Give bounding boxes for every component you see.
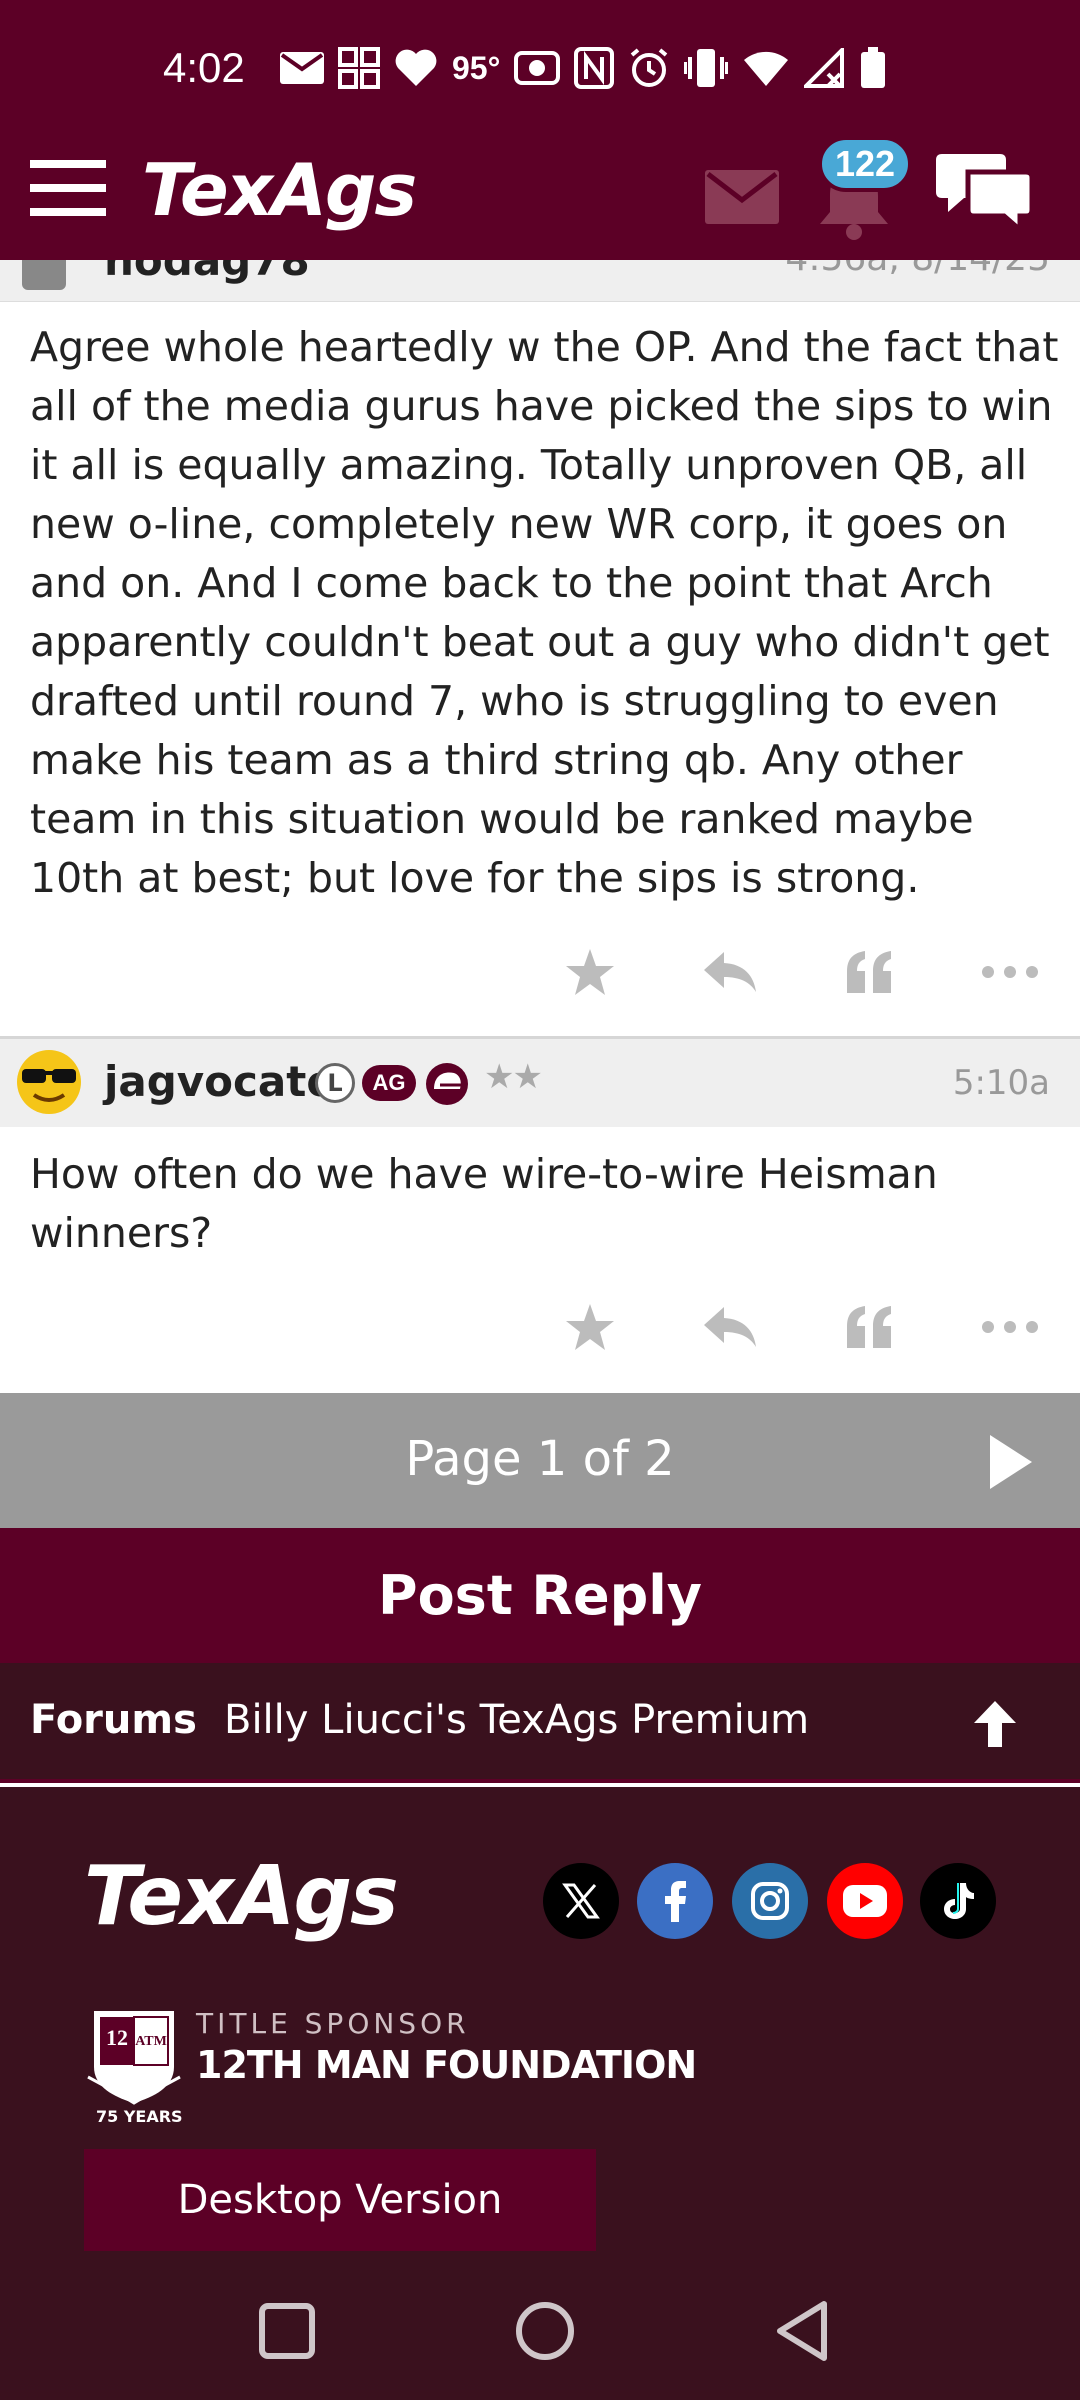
home-icon[interactable]: [512, 2298, 578, 2364]
post-actions: [520, 1287, 1080, 1367]
tiktok-icon[interactable]: [920, 1863, 996, 1939]
more-options-icon[interactable]: [960, 1292, 1060, 1362]
sponsor-name: 12TH MAN FOUNDATION: [196, 2043, 697, 2087]
favorite-star-icon[interactable]: [540, 937, 640, 1007]
vibrate-icon: [684, 46, 729, 90]
wifi-icon: [742, 46, 790, 90]
board-link[interactable]: Billy Liucci's TexAgs Premium: [224, 1697, 809, 1743]
svg-text:ATM: ATM: [135, 2034, 167, 2049]
temperature: 95°: [452, 49, 501, 86]
footer: TexAgs 12 ATM TITLE SPONSOR 12TH MAN FOUN…: [0, 1787, 1080, 2262]
svg-text:12: 12: [106, 2025, 128, 2050]
facebook-icon[interactable]: [637, 1863, 713, 1939]
system-nav-bar: [0, 2262, 1080, 2400]
post-header: hodag78 4:56a, 8/14/25: [0, 260, 1080, 302]
signal-icon: [804, 46, 846, 90]
scroll-to-top-icon[interactable]: [972, 1699, 1018, 1749]
camera-icon: [514, 46, 561, 90]
notification-count-badge[interactable]: 122: [818, 136, 912, 192]
12th-man-foundation-seal-icon: 12 ATM: [84, 2007, 184, 2115]
menu-icon[interactable]: [30, 160, 106, 220]
avatar[interactable]: [22, 260, 66, 290]
youtube-icon[interactable]: [827, 1863, 903, 1939]
forums-link[interactable]: Forums: [30, 1697, 197, 1743]
post-header: jagvocate L AG ★★ 5:10a: [0, 1039, 1080, 1127]
post-timestamp: 4:56a, 8/14/25: [785, 260, 1050, 279]
chat-icon[interactable]: [934, 148, 1035, 240]
alarm-icon: [628, 46, 670, 90]
grid-icon: [338, 46, 380, 90]
status-time: 4:02: [163, 44, 245, 91]
next-page-icon[interactable]: [986, 1433, 1036, 1491]
post-username[interactable]: hodag78: [104, 260, 310, 285]
post-username[interactable]: jagvocate: [104, 1057, 335, 1106]
avatar[interactable]: [16, 1049, 82, 1115]
forum-breadcrumb: Forums Billy Liucci's TexAgs Premium: [0, 1663, 1080, 1783]
post-body: Agree whole heartedly w the OP. And the …: [30, 323, 1059, 902]
badge-l: L: [315, 1063, 355, 1103]
back-icon[interactable]: [772, 2298, 838, 2364]
battery-icon: [860, 46, 886, 90]
app-header: TexAgs 122: [0, 136, 1080, 260]
recent-apps-icon[interactable]: [254, 2298, 320, 2364]
reply-icon[interactable]: [680, 937, 780, 1007]
post-body: How often do we have wire-to-wire Heisma…: [30, 1150, 938, 1257]
messages-icon[interactable]: [705, 170, 779, 228]
mail-icon: [280, 46, 324, 90]
favorite-star-icon[interactable]: [540, 1292, 640, 1362]
pagination-bar: Page 1 of 2: [0, 1393, 1080, 1528]
member-stars: ★★: [484, 1057, 543, 1097]
sponsor-years: 75 YEARS: [96, 2107, 183, 2126]
post-actions: [520, 932, 1080, 1012]
footer-logo[interactable]: TexAgs: [84, 1849, 399, 1944]
heart-icon: [394, 46, 438, 90]
quote-icon[interactable]: [820, 1292, 920, 1362]
x-icon[interactable]: [543, 1863, 619, 1939]
helmet-badge-icon: [426, 1063, 468, 1105]
post-timestamp: 5:10a: [952, 1063, 1050, 1103]
badge-ag: AG: [362, 1065, 416, 1101]
quote-icon[interactable]: [820, 937, 920, 1007]
reply-icon[interactable]: [680, 1292, 780, 1362]
sponsor-label: TITLE SPONSOR: [196, 2007, 470, 2040]
instagram-icon[interactable]: [732, 1863, 808, 1939]
nfc-icon: [574, 46, 615, 90]
status-icons: 95°: [280, 46, 886, 90]
texags-logo[interactable]: TexAgs: [142, 148, 417, 232]
more-options-icon[interactable]: [960, 937, 1060, 1007]
post-reply-button[interactable]: Post Reply: [0, 1528, 1080, 1663]
desktop-version-button[interactable]: Desktop Version: [84, 2149, 596, 2251]
page-indicator[interactable]: Page 1 of 2: [0, 1431, 1080, 1487]
status-bar: 4:02 95°: [0, 0, 1080, 140]
